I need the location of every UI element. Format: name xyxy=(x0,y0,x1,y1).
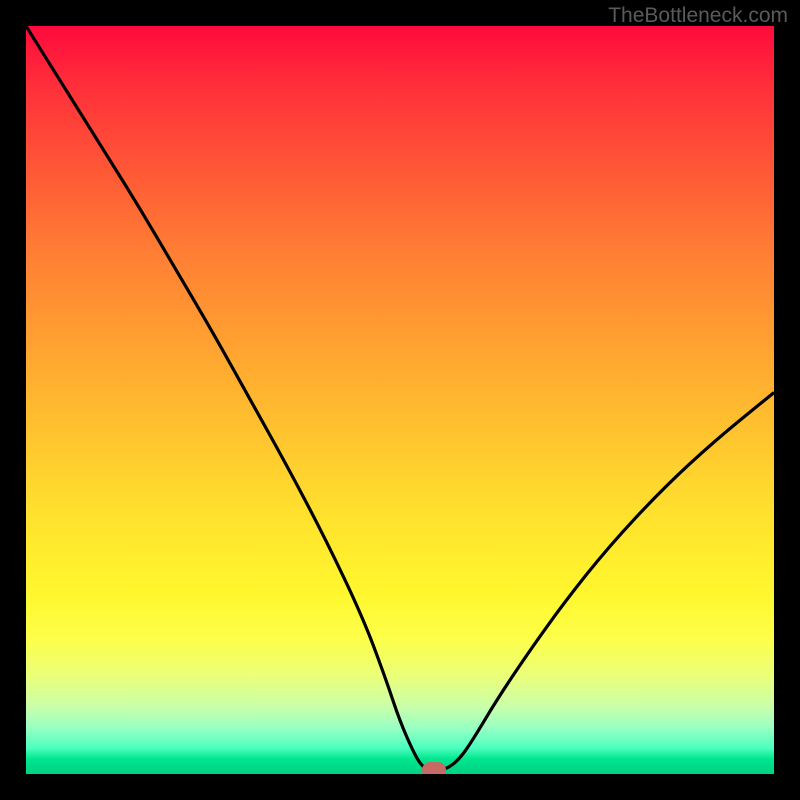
attribution-text: TheBottleneck.com xyxy=(608,4,788,28)
bottleneck-curve xyxy=(26,26,774,774)
plot-area xyxy=(26,26,774,774)
minimum-marker xyxy=(422,762,446,774)
